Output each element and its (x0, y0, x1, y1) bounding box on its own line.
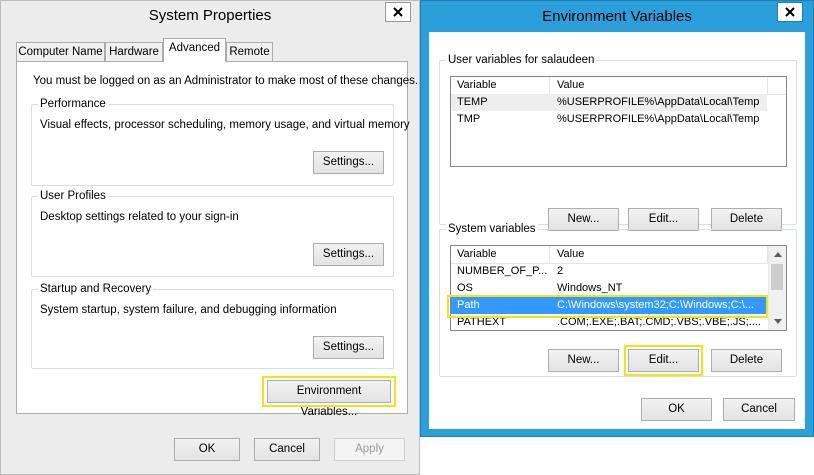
close-icon (785, 7, 795, 17)
performance-description: Visual effects, processor scheduling, me… (40, 119, 410, 131)
user-profiles-group: User Profiles Desktop settings related t… (31, 189, 394, 277)
advanced-tab-page: You must be logged on as an Administrato… (16, 61, 418, 418)
system-properties-window: System Properties Computer Name Hardware… (0, 0, 420, 475)
system-properties-title: System Properties (148, 7, 272, 24)
system-variables-list[interactable]: Variable Value NUMBER_OF_P... 2 OS Windo… (450, 245, 787, 331)
user-delete-button[interactable]: Delete (711, 208, 782, 231)
tab-advanced[interactable]: Advanced (163, 38, 226, 62)
user-edit-button[interactable]: Edit... (628, 208, 699, 231)
system-variables-group: System variables Variable Value NUMBER_O… (439, 222, 797, 377)
table-row[interactable]: NUMBER_OF_P... 2 (451, 263, 769, 280)
variable-value: .COM;.EXE;.BAT;.CMD;.VBS;.VBE;.JS;.... (557, 316, 761, 328)
performance-label: Performance (38, 97, 108, 111)
variable-value: 2 (557, 265, 564, 277)
startup-recovery-settings-button[interactable]: Settings... (313, 336, 384, 359)
environment-variables-ok-button[interactable]: OK (641, 398, 712, 421)
close-icon (393, 7, 403, 17)
user-variables-group: User variables for salaudeen Variable Va… (439, 53, 797, 231)
performance-group: Performance Visual effects, processor sc… (31, 97, 410, 186)
column-value-header[interactable]: Value (557, 247, 584, 262)
user-profiles-label: User Profiles (38, 189, 108, 203)
chevron-down-icon (773, 319, 782, 324)
system-edit-button[interactable]: Edit... (628, 349, 699, 372)
environment-variables-close-button[interactable] (777, 2, 803, 22)
scroll-thumb[interactable] (771, 264, 783, 290)
variable-value: C:\Windows\system32;C:\Windows;C:\... (557, 299, 754, 311)
variable-name: Path (457, 299, 480, 311)
table-row[interactable]: TMP %USERPROFILE%\AppData\Local\Temp (451, 111, 767, 128)
system-delete-button[interactable]: Delete (711, 349, 782, 372)
user-profiles-settings-button[interactable]: Settings... (313, 243, 384, 266)
tab-remote[interactable]: Remote (226, 42, 273, 61)
environment-variables-cancel-button[interactable]: Cancel (723, 398, 795, 421)
table-row[interactable]: TEMP %USERPROFILE%\AppData\Local\Temp (451, 94, 767, 111)
system-properties-apply-button[interactable]: Apply (334, 438, 405, 461)
column-variable-header[interactable]: Variable (457, 247, 497, 262)
variable-name: TEMP (457, 96, 488, 108)
environment-variables-button[interactable]: Environment Variables... (267, 380, 391, 418)
performance-settings-button[interactable]: Settings... (313, 151, 384, 174)
user-variables-list[interactable]: Variable Value TEMP %USERPROFILE%\AppDat… (450, 76, 787, 167)
variable-name: NUMBER_OF_P... (457, 265, 547, 277)
system-variables-header: Variable Value (451, 246, 786, 264)
scroll-down-button[interactable] (769, 313, 786, 330)
startup-recovery-label: Startup and Recovery (38, 282, 154, 296)
user-variables-label: User variables for salaudeen (446, 53, 597, 67)
tab-computer-name[interactable]: Computer Name (16, 42, 105, 61)
variable-name: OS (457, 282, 473, 294)
variable-value: %USERPROFILE%\AppData\Local\Temp (557, 113, 760, 125)
system-properties-cancel-button[interactable]: Cancel (254, 438, 320, 461)
environment-variables-window: Environment Variables User variables for… (420, 0, 814, 437)
startup-recovery-group: Startup and Recovery System startup, sys… (31, 282, 394, 369)
table-row[interactable]: PATHEXT .COM;.EXE;.BAT;.CMD;.VBS;.VBE;.J… (451, 314, 769, 330)
system-variables-label: System variables (446, 222, 538, 236)
variable-value: Windows_NT (557, 282, 623, 294)
environment-variables-title: Environment Variables (542, 8, 692, 25)
column-value-header[interactable]: Value (557, 78, 584, 93)
admin-note: You must be logged on as an Administrato… (33, 75, 419, 87)
system-properties-ok-button[interactable]: OK (174, 438, 240, 461)
column-variable-header[interactable]: Variable (457, 78, 497, 93)
variable-name: PATHEXT (457, 316, 507, 328)
user-variables-header: Variable Value (451, 77, 786, 95)
startup-recovery-description: System startup, system failure, and debu… (40, 304, 337, 316)
table-row-selected[interactable]: Path C:\Windows\system32;C:\Windows;C:\.… (451, 297, 769, 314)
user-profiles-description: Desktop settings related to your sign-in (40, 211, 239, 223)
user-new-button[interactable]: New... (548, 208, 619, 231)
tab-hardware[interactable]: Hardware (105, 42, 163, 61)
scroll-up-button[interactable] (769, 246, 786, 263)
table-row[interactable]: OS Windows_NT (451, 280, 769, 297)
system-variables-scrollbar[interactable] (768, 246, 786, 330)
environment-variables-client: User variables for salaudeen Variable Va… (429, 32, 805, 429)
system-new-button[interactable]: New... (548, 349, 619, 372)
system-properties-close-button[interactable] (385, 2, 411, 22)
chevron-up-icon (773, 252, 782, 257)
variable-name: TMP (457, 113, 481, 125)
variable-value: %USERPROFILE%\AppData\Local\Temp (557, 96, 760, 108)
